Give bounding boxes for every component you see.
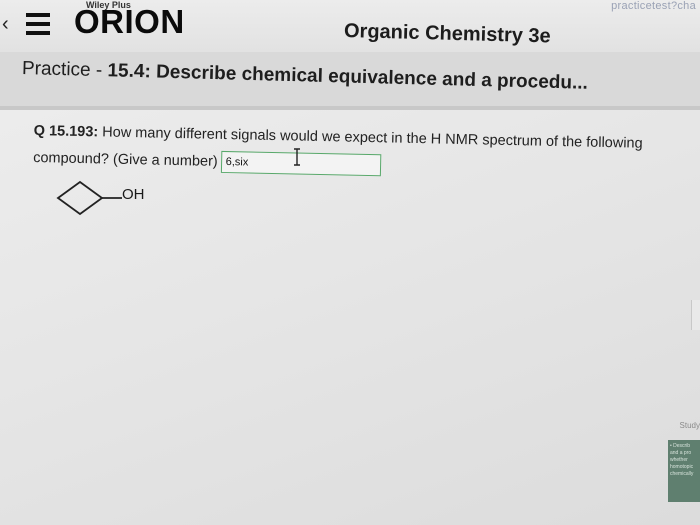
- question-panel: Q 15.193: How many different signals wou…: [0, 110, 700, 525]
- study-note-line: whether: [670, 457, 688, 463]
- study-note[interactable]: • Describ and a pro whether homotopic ch…: [668, 440, 700, 502]
- study-note-line: chemically: [670, 471, 694, 477]
- right-panel-tab[interactable]: [691, 300, 700, 330]
- url-fragment: practicetest?cha: [611, 0, 696, 12]
- study-note-line: and a pro: [670, 450, 692, 456]
- practice-bar: Practice - 15.4: Describe chemical equiv…: [0, 52, 700, 107]
- back-arrow-icon[interactable]: ‹: [2, 12, 14, 36]
- app-header: practicetest?cha Wiley Plus ‹ ORION Orga…: [0, 0, 700, 52]
- practice-section: 15.4: Describe chemical equivalence and …: [107, 60, 589, 94]
- hamburger-menu-icon[interactable]: [26, 10, 52, 38]
- cyclobutanol-structure-icon: [56, 180, 122, 216]
- study-note-line: • Describ: [670, 443, 691, 449]
- study-label[interactable]: Study: [680, 421, 700, 430]
- hydroxyl-label: OH: [122, 186, 145, 203]
- study-note-line: homotopic: [670, 464, 694, 470]
- question-number: Q 15.193:: [33, 122, 99, 141]
- practice-title: Practice - 15.4: Describe chemical equiv…: [22, 58, 588, 95]
- orion-logo[interactable]: ORION: [74, 3, 185, 41]
- practice-prefix: Practice -: [21, 58, 108, 82]
- text-cursor-icon: [294, 148, 300, 166]
- course-title: Organic Chemistry 3e: [343, 20, 551, 48]
